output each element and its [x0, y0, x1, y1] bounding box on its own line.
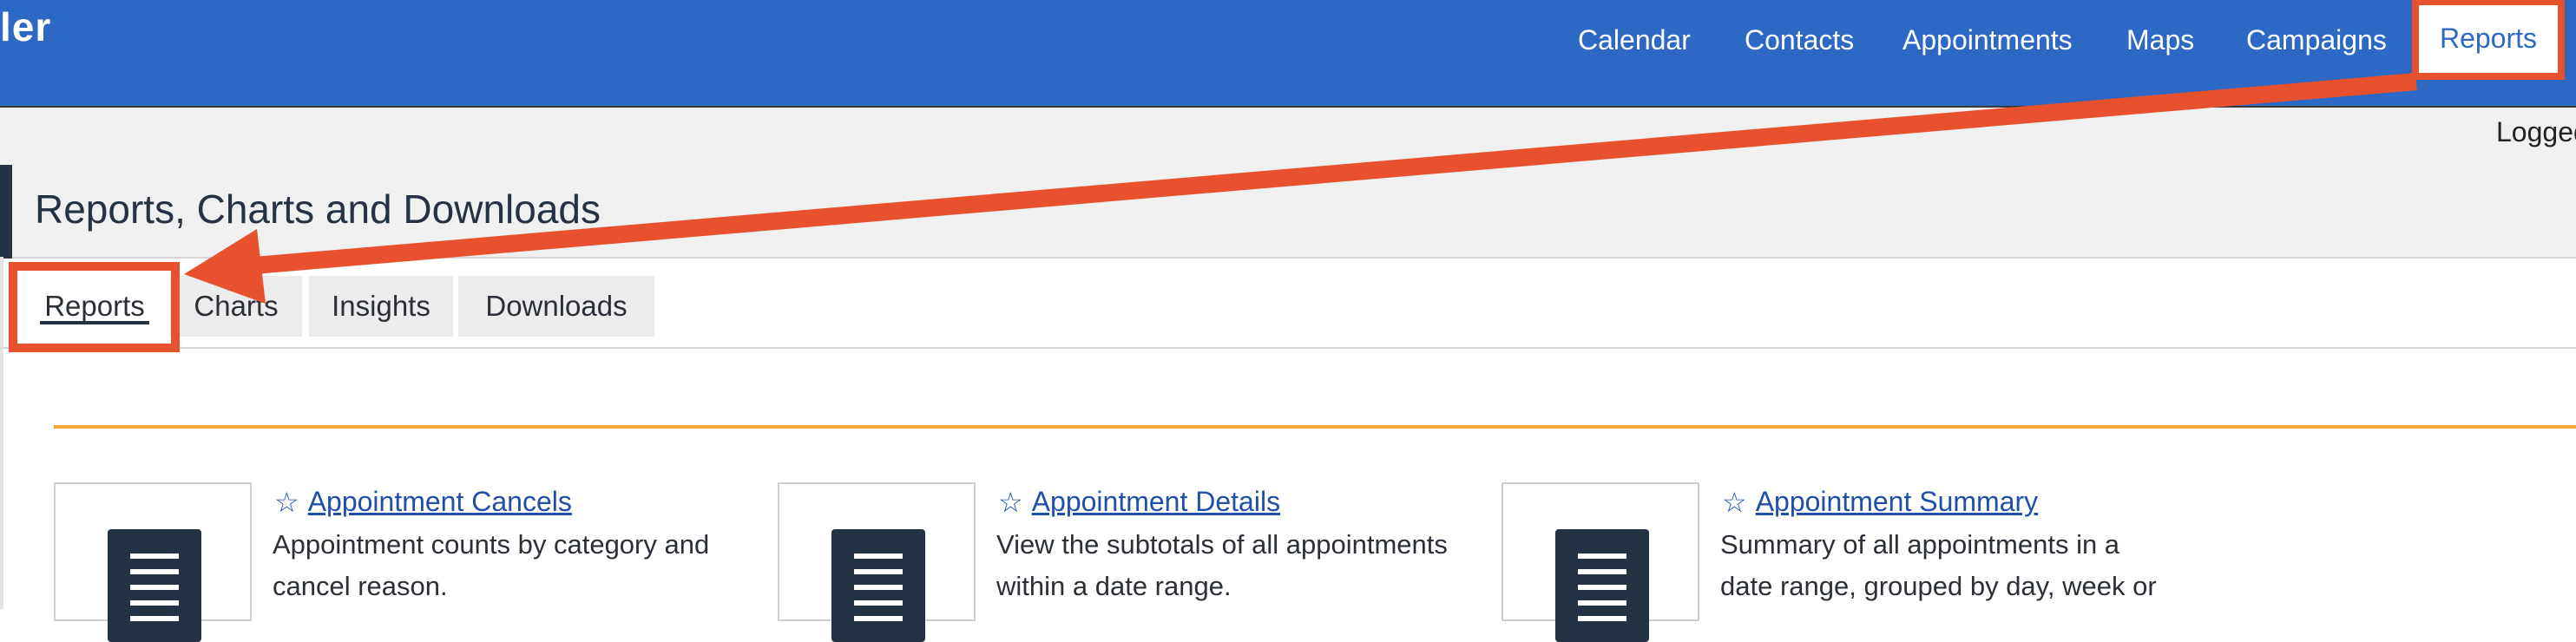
report-thumbnail-appointment-cancels[interactable]	[54, 482, 252, 642]
login-status-bar: Logged	[0, 106, 2576, 167]
tab-charts[interactable]: Charts	[170, 276, 302, 337]
section-divider	[54, 425, 2576, 429]
report-title-row: ☆ Appointment Summary	[1722, 486, 2038, 518]
report-thumbnail-appointment-summary[interactable]	[1502, 482, 1699, 642]
report-description: View the subtotals of all appointments w…	[996, 529, 1448, 601]
report-link-appointment-summary[interactable]: Appointment Summary	[1756, 486, 2038, 518]
top-nav-bar: ler Calendar Contacts Appointments Maps …	[0, 0, 2576, 106]
nav-campaigns[interactable]: Campaigns	[2246, 24, 2387, 56]
nav-calendar[interactable]: Calendar	[1578, 24, 1691, 56]
report-description: Summary of all appointments in a date ra…	[1720, 529, 2157, 601]
report-thumbnail-appointment-details[interactable]	[778, 482, 976, 642]
document-icon	[1555, 529, 1649, 642]
star-outline-icon[interactable]: ☆	[1722, 488, 1747, 516]
page-header-accent	[0, 165, 12, 259]
report-link-appointment-cancels[interactable]: Appointment Cancels	[308, 486, 572, 518]
brand-logo-text[interactable]: ler	[0, 3, 51, 50]
annotation-highlight-tab-reports	[9, 262, 180, 352]
nav-appointments[interactable]: Appointments	[1902, 24, 2073, 56]
report-link-appointment-details[interactable]: Appointment Details	[1032, 486, 1280, 518]
nav-contacts[interactable]: Contacts	[1745, 24, 1854, 56]
star-outline-icon[interactable]: ☆	[274, 488, 299, 516]
page-title: Reports, Charts and Downloads	[35, 187, 601, 232]
report-title-row: ☆ Appointment Cancels	[274, 486, 572, 518]
nav-maps[interactable]: Maps	[2126, 24, 2194, 56]
page-header: Reports, Charts and Downloads	[0, 165, 2576, 259]
logged-in-text: Logged	[2496, 116, 2576, 147]
report-title-row: ☆ Appointment Details	[998, 486, 1280, 518]
document-icon	[108, 529, 201, 642]
annotation-highlight-nav-reports	[2412, 0, 2565, 80]
report-description: Appointment counts by category and cance…	[273, 529, 710, 601]
left-border	[0, 257, 3, 609]
tab-downloads[interactable]: Downloads	[458, 276, 654, 337]
tabs-divider	[0, 347, 2576, 349]
document-icon	[831, 529, 925, 642]
star-outline-icon[interactable]: ☆	[998, 488, 1023, 516]
tab-insights[interactable]: Insights	[309, 276, 453, 337]
